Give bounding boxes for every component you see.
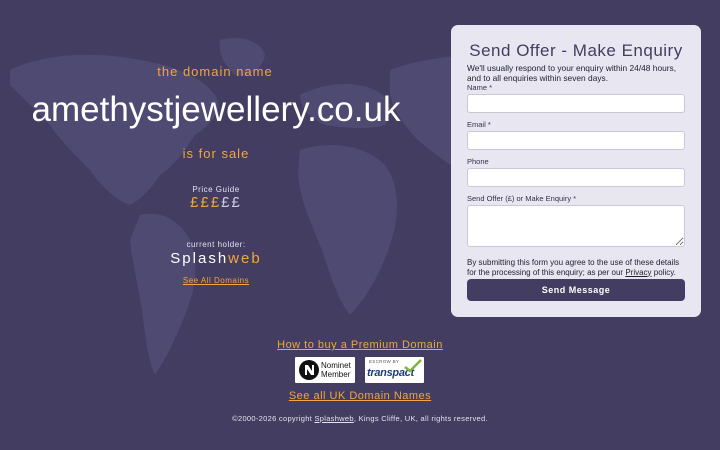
splashweb-logo[interactable]: Splashweb — [0, 250, 432, 267]
see-all-uk-domains-link[interactable]: See all UK Domain Names — [0, 390, 720, 402]
footer-after: , Kings Cliffe, UK, all rights reserved. — [353, 414, 488, 423]
intro-text: the domain name — [157, 64, 273, 79]
how-to-buy-link[interactable]: How to buy a Premium Domain — [0, 339, 720, 351]
nominet-member-badge[interactable]: Nominet Member — [295, 357, 355, 383]
footer-copyright: ©2000-2026 copyright Splashweb, Kings Cl… — [0, 414, 720, 423]
transpact-check-icon — [404, 359, 422, 373]
footer-splashweb-link[interactable]: Splashweb — [314, 414, 353, 423]
transpact-escrow-badge[interactable]: ESCROW BY transpact — [365, 357, 424, 383]
holder-label: current holder: — [186, 240, 246, 249]
offer-field-group: Send Offer (£) or Make Enquiry * — [467, 194, 685, 247]
form-description: We'll usually respond to your enquiry wi… — [467, 63, 677, 83]
consent-text: By submitting this form you agree to the… — [467, 258, 687, 277]
form-title: Send Offer - Make Enquiry — [469, 41, 683, 60]
price-pound-filled: £ — [200, 194, 211, 211]
name-input[interactable] — [467, 94, 685, 113]
privacy-link[interactable]: Privacy — [625, 268, 651, 277]
nominet-line1: Nominet — [321, 361, 351, 370]
price-guide-label: Price Guide — [192, 185, 240, 194]
domain-hero: the domain name amethystjewellery.co.uk … — [0, 0, 440, 300]
name-label: Name * — [467, 83, 493, 92]
price-pound-empty: £ — [231, 194, 242, 211]
for-sale-text: is for sale — [182, 146, 250, 161]
phone-field-group: Phone — [467, 157, 685, 187]
escrow-by-label: ESCROW BY — [369, 359, 400, 364]
price-pound-filled: £ — [190, 194, 201, 211]
offer-textarea[interactable] — [467, 205, 685, 247]
email-field-group: Email * — [467, 120, 685, 150]
email-label: Email * — [467, 120, 491, 129]
phone-label: Phone — [467, 157, 489, 166]
footer-before: ©2000-2026 copyright — [232, 414, 315, 423]
price-guide-rating: £££££ — [0, 194, 432, 211]
price-pound-empty: £ — [221, 194, 232, 211]
domain-name-heading: amethystjewellery.co.uk — [31, 90, 401, 129]
see-all-domains-link[interactable]: See All Domains — [0, 276, 432, 285]
email-input[interactable] — [467, 131, 685, 150]
price-pound-filled: £ — [210, 194, 222, 211]
offer-label: Send Offer (£) or Make Enquiry * — [467, 194, 577, 203]
phone-input[interactable] — [467, 168, 685, 187]
nominet-line2: Member — [321, 370, 351, 379]
send-message-button[interactable]: Send Message — [467, 279, 685, 301]
trust-badges: Nominet Member ESCROW BY transpact — [295, 357, 425, 383]
logo-part-splash: Splash — [170, 250, 229, 267]
consent-after: policy. — [651, 267, 676, 277]
name-field-group: Name * — [467, 83, 685, 113]
logo-part-web: web — [228, 250, 262, 267]
enquiry-form: Send Offer - Make Enquiry We'll usually … — [451, 25, 701, 317]
